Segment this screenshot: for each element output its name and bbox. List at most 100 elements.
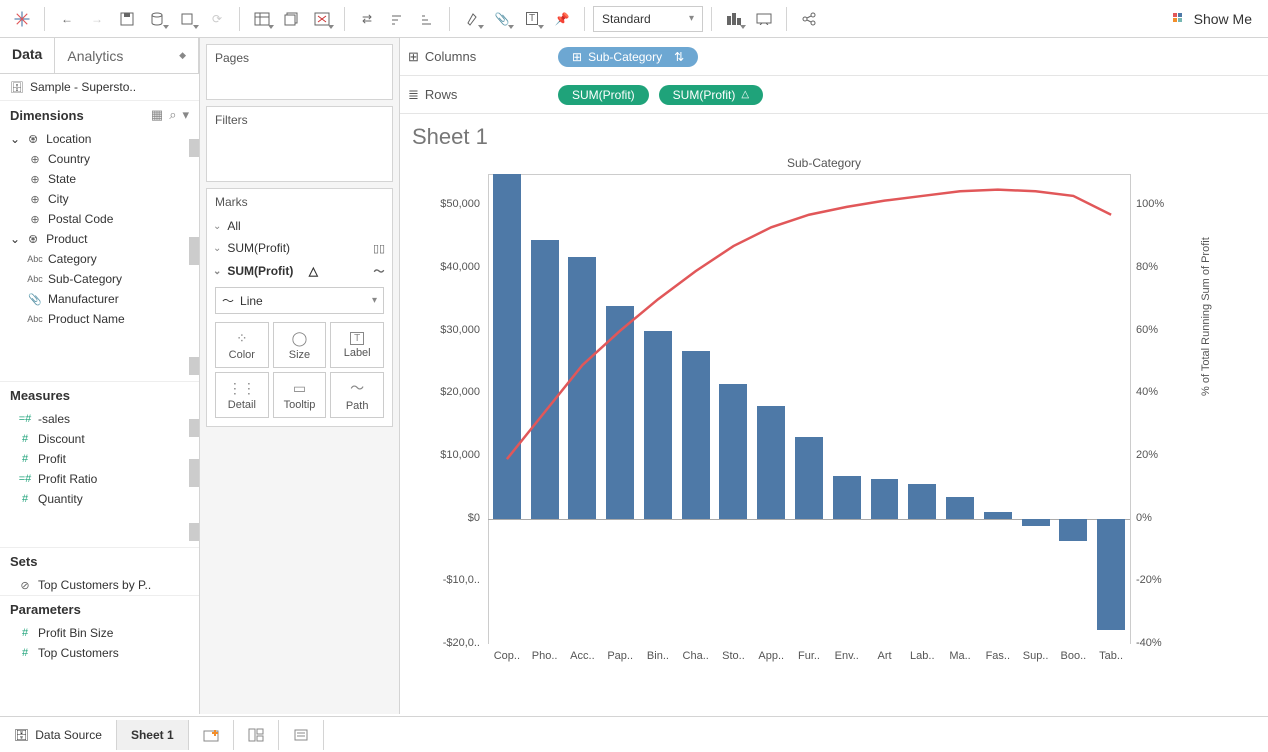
tab-analytics[interactable]: Analytics◆ bbox=[55, 38, 199, 73]
pill-sub-category[interactable]: ⊞Sub-Category⇅ bbox=[558, 47, 698, 67]
fit-select[interactable]: Standard bbox=[593, 6, 703, 32]
scrollbar-thumb[interactable] bbox=[189, 419, 199, 437]
new-worksheet-tab[interactable] bbox=[189, 720, 234, 750]
set-top-customers[interactable]: ⊘Top Customers by P.. bbox=[0, 575, 199, 595]
menu-caret-icon[interactable]: ▾ bbox=[182, 107, 189, 123]
scrollbar-thumb[interactable] bbox=[189, 357, 199, 375]
meas-quantity[interactable]: #Quantity bbox=[0, 489, 199, 509]
duplicate-sheet-icon[interactable] bbox=[278, 5, 306, 33]
dim-sub-category[interactable]: AbcSub-Category bbox=[0, 269, 199, 289]
new-data-source-icon[interactable] bbox=[143, 5, 171, 33]
save-icon[interactable] bbox=[113, 5, 141, 33]
scrollbar-thumb[interactable] bbox=[189, 139, 199, 157]
scrollbar-thumb[interactable] bbox=[189, 237, 199, 265]
globe-icon: ⊕ bbox=[28, 153, 42, 166]
x-tick-label: App.. bbox=[755, 650, 787, 662]
share-icon[interactable] bbox=[795, 5, 823, 33]
x-tick-label: Ma.. bbox=[944, 650, 976, 662]
dim-product[interactable]: ⌄♼Product bbox=[0, 229, 199, 249]
tab-data-source[interactable]: 🗄Data Source bbox=[0, 720, 117, 750]
x-tick-label: Boo.. bbox=[1057, 650, 1089, 662]
pill-sum-profit-2[interactable]: SUM(Profit)△ bbox=[659, 85, 763, 105]
sheet-title[interactable]: Sheet 1 bbox=[412, 124, 1254, 150]
sort-desc-icon[interactable] bbox=[413, 5, 441, 33]
params-tree: #Profit Bin Size #Top Customers bbox=[0, 623, 199, 663]
marks-tooltip[interactable]: ▭Tooltip bbox=[273, 372, 327, 418]
dim-city[interactable]: ⊕City bbox=[0, 189, 199, 209]
new-dashboard-tab[interactable] bbox=[234, 720, 279, 750]
rows-shelf[interactable]: ≣Rows SUM(Profit) SUM(Profit)△ bbox=[400, 76, 1268, 114]
datasource-icon: 🗄 bbox=[14, 728, 29, 742]
data-source-item[interactable]: 🗄Sample - Supersto.. bbox=[0, 74, 199, 100]
pages-card[interactable]: Pages bbox=[206, 44, 393, 100]
show-cards-icon[interactable] bbox=[720, 5, 748, 33]
new-story-tab[interactable] bbox=[279, 720, 324, 750]
tab-sheet-1[interactable]: Sheet 1 bbox=[117, 720, 189, 750]
y-right-tick: -40% bbox=[1136, 637, 1162, 649]
pill-sum-profit-1[interactable]: SUM(Profit) bbox=[558, 85, 649, 105]
group-icon[interactable]: 📎 bbox=[488, 5, 516, 33]
highlight-icon[interactable] bbox=[458, 5, 486, 33]
x-tick-label: Fur.. bbox=[793, 650, 825, 662]
line-series[interactable] bbox=[488, 174, 1130, 644]
marks-all[interactable]: ⌄All bbox=[207, 215, 392, 237]
mark-type-select[interactable]: 〜Line▾ bbox=[215, 287, 384, 314]
sort-asc-icon[interactable] bbox=[383, 5, 411, 33]
marks-label[interactable]: TLabel bbox=[330, 322, 384, 368]
columns-shelf[interactable]: ⊞Columns ⊞Sub-Category⇅ bbox=[400, 38, 1268, 76]
hierarchy-icon: ♼ bbox=[26, 133, 40, 146]
x-tick-label: Bin.. bbox=[642, 650, 674, 662]
y-right-tick: 0% bbox=[1136, 512, 1152, 524]
marks-size[interactable]: ◯Size bbox=[273, 322, 327, 368]
refresh-icon[interactable]: ⟳ bbox=[203, 5, 231, 33]
marks-path[interactable]: 〜Path bbox=[330, 372, 384, 418]
param-profit-bin-size[interactable]: #Profit Bin Size bbox=[0, 623, 199, 643]
y-left-tick: $30,000 bbox=[414, 324, 484, 336]
param-top-customers[interactable]: #Top Customers bbox=[0, 643, 199, 663]
marks-sum-profit-bar[interactable]: ⌄SUM(Profit)▯▯ bbox=[207, 237, 392, 259]
tab-data[interactable]: Data bbox=[0, 38, 55, 73]
clip-icon: 📎 bbox=[28, 293, 42, 306]
globe-icon: ⊕ bbox=[28, 193, 42, 206]
set-icon: ⊘ bbox=[18, 579, 32, 592]
presentation-mode-icon[interactable] bbox=[750, 5, 778, 33]
meas-profit-ratio[interactable]: =#Profit Ratio bbox=[0, 469, 199, 489]
marks-color[interactable]: ⁘Color bbox=[215, 322, 269, 368]
y-right-tick: 40% bbox=[1136, 386, 1158, 398]
swap-icon[interactable]: ⇄ bbox=[353, 5, 381, 33]
dim-country[interactable]: ⊕Country bbox=[0, 149, 199, 169]
marks-sum-profit-line[interactable]: ⌄SUM(Profit) △〜 bbox=[207, 259, 392, 283]
show-mark-labels-icon[interactable]: T bbox=[518, 5, 546, 33]
pin-icon[interactable]: 📌 bbox=[548, 5, 576, 33]
view-as-icon[interactable]: ▦ bbox=[151, 107, 163, 123]
dim-postal[interactable]: ⊕Postal Code bbox=[0, 209, 199, 229]
dim-product-name[interactable]: AbcProduct Name bbox=[0, 309, 199, 329]
new-worksheet-icon[interactable] bbox=[248, 5, 276, 33]
meas-nsales[interactable]: =#-sales bbox=[0, 409, 199, 429]
forward-icon[interactable]: → bbox=[83, 5, 111, 33]
clear-sheet-icon[interactable] bbox=[308, 5, 336, 33]
dim-location[interactable]: ⌄♼Location bbox=[0, 129, 199, 149]
tableau-logo[interactable] bbox=[8, 5, 36, 33]
scrollbar-thumb[interactable] bbox=[189, 523, 199, 541]
palette-icon: ⁘ bbox=[236, 330, 248, 347]
chart: Sub-Category % of Total Running Sum of P… bbox=[414, 156, 1234, 676]
hierarchy-icon: ♼ bbox=[26, 233, 40, 246]
number-icon: # bbox=[18, 453, 32, 465]
filters-card[interactable]: Filters bbox=[206, 106, 393, 182]
dim-manufacturer[interactable]: 📎Manufacturer bbox=[0, 289, 199, 309]
workbook-tabs: 🗄Data Source Sheet 1 bbox=[0, 716, 1268, 752]
dim-state[interactable]: ⊕State bbox=[0, 169, 199, 189]
search-icon[interactable]: ⌕ bbox=[169, 107, 176, 123]
y-right-tick: 60% bbox=[1136, 324, 1158, 336]
pause-auto-updates-icon[interactable] bbox=[173, 5, 201, 33]
meas-discount[interactable]: #Discount bbox=[0, 429, 199, 449]
number-icon: # bbox=[18, 627, 32, 639]
measures-tree: =#-sales #Discount #Profit =#Profit Rati… bbox=[0, 409, 199, 547]
back-icon[interactable]: ← bbox=[53, 5, 81, 33]
meas-profit[interactable]: #Profit bbox=[0, 449, 199, 469]
show-me-button[interactable]: Show Me bbox=[1164, 11, 1260, 27]
scrollbar-thumb[interactable] bbox=[189, 459, 199, 487]
marks-detail[interactable]: ⋮⋮Detail bbox=[215, 372, 269, 418]
dim-category[interactable]: AbcCategory bbox=[0, 249, 199, 269]
